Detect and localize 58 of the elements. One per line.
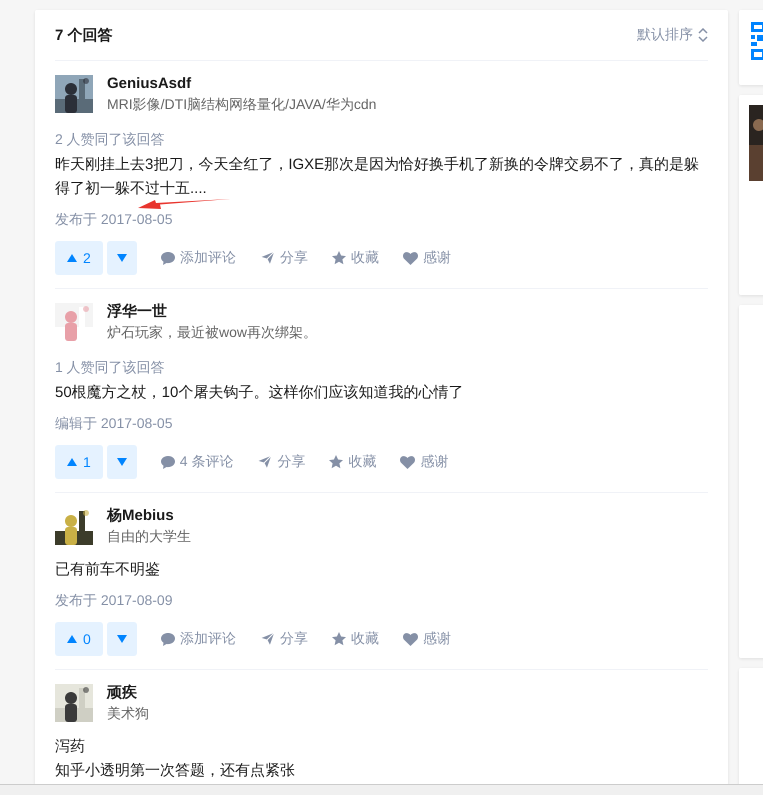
comment-button[interactable]: 添加评论 xyxy=(160,630,236,648)
sort-button[interactable]: 默认排序 xyxy=(637,26,708,44)
thanks-button[interactable]: 感谢 xyxy=(402,630,451,648)
star-icon xyxy=(332,632,346,646)
sort-icon xyxy=(698,28,708,42)
author-name[interactable]: 浮华一世 xyxy=(107,302,318,322)
answer-text: 泻药 xyxy=(55,737,86,757)
heart-icon xyxy=(402,252,418,264)
favorite-button[interactable]: 收藏 xyxy=(332,249,379,267)
up-triangle-icon xyxy=(67,254,77,262)
paper-plane-icon xyxy=(257,455,272,469)
author-name[interactable]: GeniusAsdf xyxy=(107,74,376,94)
upvote-button[interactable]: 1 xyxy=(55,445,103,479)
thanks-button[interactable]: 感谢 xyxy=(402,249,451,267)
share-button[interactable]: 分享 xyxy=(257,453,306,471)
downvote-button[interactable] xyxy=(106,241,137,275)
author-name[interactable]: 顽疾 xyxy=(107,683,149,703)
up-triangle-icon xyxy=(67,458,77,466)
comment-button[interactable]: 4 条评论 xyxy=(160,453,234,471)
answer-text: 知乎小透明第一次答题，还有点紧张 xyxy=(55,761,296,781)
star-icon xyxy=(329,455,344,469)
speech-bubble-icon xyxy=(160,252,175,264)
upvote-note: 2 人赞同了该回答 xyxy=(55,130,166,149)
author-bio: MRI影像/DTI脑结构网络量化/JAVA/华为cdn xyxy=(107,95,376,114)
favorite-button[interactable]: 收藏 xyxy=(332,630,379,648)
answer-count: 7 个回答 xyxy=(55,26,113,44)
star-icon xyxy=(332,251,346,265)
paper-plane-icon xyxy=(260,251,275,265)
answer-date: 发布于 2017-08-09 xyxy=(55,591,174,610)
downvote-button[interactable] xyxy=(106,445,137,479)
author-bio: 美术狗 xyxy=(107,704,149,723)
up-triangle-icon xyxy=(67,635,77,643)
speech-bubble-icon xyxy=(160,632,175,646)
author-name[interactable]: 杨Mebius xyxy=(107,506,191,526)
heart-icon xyxy=(402,632,418,646)
author-bio: 炉石玩家，最近被wow再次绑架。 xyxy=(107,323,318,342)
down-triangle-icon xyxy=(116,635,127,643)
answer-text: 昨天刚挂上去3把刀，今天全红了，IGXE那次是因为恰好换手机了新换的令牌交易不了，真的是躲得了初一躲不过十五.... xyxy=(55,155,700,199)
qr-code-icon[interactable] xyxy=(751,22,763,60)
answer-date: 发布于 2017-08-05 xyxy=(55,210,174,229)
comment-button[interactable]: 添加评论 xyxy=(160,249,236,267)
share-button[interactable]: 分享 xyxy=(260,249,308,267)
answer-date: 编辑于 2017-08-05 xyxy=(55,414,174,433)
paper-plane-icon xyxy=(260,632,275,646)
author-bio: 自由的大学生 xyxy=(107,527,191,546)
favorite-button[interactable]: 收藏 xyxy=(329,453,376,471)
share-button[interactable]: 分享 xyxy=(260,630,308,648)
upvote-button[interactable]: 2 xyxy=(55,241,103,275)
speech-bubble-icon xyxy=(160,456,175,468)
upvote-note: 1 人赞同了该回答 xyxy=(55,358,166,377)
down-triangle-icon xyxy=(116,458,127,466)
thanks-button[interactable]: 感谢 xyxy=(400,453,448,471)
answer-text: 已有前车不明鉴 xyxy=(55,560,161,580)
upvote-button[interactable]: 0 xyxy=(55,622,103,656)
downvote-button[interactable] xyxy=(106,622,137,656)
heart-icon xyxy=(400,456,416,468)
answer-text: 50根魔方之杖，10个屠夫钩子。这样你们应该知道我的心情了 xyxy=(55,383,464,403)
down-triangle-icon xyxy=(116,254,127,262)
